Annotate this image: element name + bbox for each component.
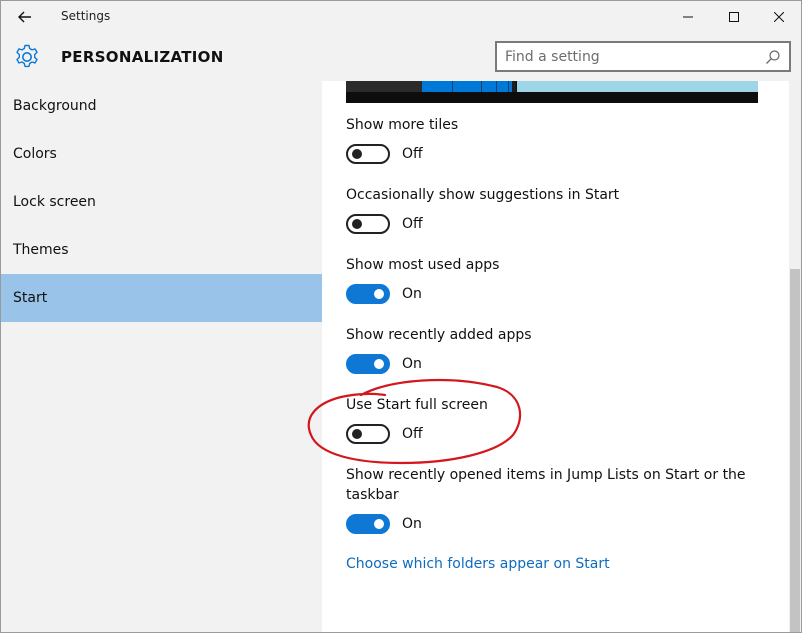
setting-label-recently-added-apps: Show recently added apps [346, 327, 532, 343]
sidebar-item-label: Start [13, 290, 48, 306]
search-box[interactable] [495, 41, 791, 72]
toggle-state-text: Off [402, 146, 423, 162]
sidebar-item-label: Background [13, 98, 97, 114]
settings-content: Show more tiles Off Occasionally show su… [322, 81, 789, 632]
setting-label-suggestions: Occasionally show suggestions in Start [346, 187, 620, 203]
sidebar-item-background[interactable]: Background [1, 82, 322, 130]
sidebar-item-label: Themes [13, 242, 69, 258]
close-button[interactable] [756, 1, 801, 33]
gear-icon [16, 44, 38, 68]
toggle-recently-added-apps[interactable] [346, 354, 390, 374]
setting-label-show-more-tiles: Show more tiles [346, 117, 459, 133]
setting-label-full-screen: Use Start full screen [346, 397, 488, 413]
choose-folders-link[interactable]: Choose which folders appear on Start [346, 556, 610, 572]
maximize-button[interactable] [711, 1, 757, 33]
close-icon [774, 12, 784, 22]
back-button[interactable] [9, 5, 41, 29]
sidebar-item-label: Colors [13, 146, 57, 162]
back-arrow-icon [18, 11, 31, 23]
sidebar-item-start[interactable]: Start [1, 274, 322, 322]
sidebar: Background Colors Lock screen Themes Sta… [1, 81, 322, 632]
toggle-most-used-apps[interactable] [346, 284, 390, 304]
toggle-suggestions[interactable] [346, 214, 390, 234]
toggle-knob [352, 149, 362, 159]
toggle-knob [374, 519, 384, 529]
title-bar: Settings [1, 1, 801, 33]
minimize-icon [683, 16, 693, 18]
setting-label-most-used-apps: Show most used apps [346, 257, 500, 273]
toggle-state-text: On [402, 286, 422, 302]
scrollbar-thumb[interactable] [790, 269, 800, 632]
app-title: Settings [61, 9, 111, 23]
maximize-icon [729, 12, 739, 22]
setting-label-jump-lists-line2: taskbar [346, 487, 399, 503]
sidebar-item-themes[interactable]: Themes [1, 226, 322, 274]
scrollbar[interactable] [789, 81, 801, 632]
toggle-show-more-tiles[interactable] [346, 144, 390, 164]
setting-label-jump-lists-line1: Show recently opened items in Jump Lists… [346, 467, 746, 483]
page-title: PERSONALIZATION [61, 48, 224, 66]
toggle-state-text: Off [402, 426, 423, 442]
sidebar-item-label: Lock screen [13, 194, 96, 210]
settings-window: Settings PERSONALIZATION Find a setting … [0, 0, 802, 633]
minimize-button[interactable] [665, 1, 711, 33]
page-header: PERSONALIZATION [1, 33, 801, 81]
toggle-knob [352, 429, 362, 439]
search-input[interactable] [505, 48, 755, 66]
toggle-knob [352, 219, 362, 229]
toggle-knob [374, 359, 384, 369]
toggle-jump-lists[interactable] [346, 514, 390, 534]
toggle-knob [374, 289, 384, 299]
start-preview-image [346, 81, 758, 103]
toggle-state-text: On [402, 516, 422, 532]
toggle-state-text: Off [402, 216, 423, 232]
toggle-full-screen[interactable] [346, 424, 390, 444]
toggle-state-text: On [402, 356, 422, 372]
sidebar-item-lock-screen[interactable]: Lock screen [1, 178, 322, 226]
search-icon[interactable] [765, 49, 781, 65]
sidebar-item-colors[interactable]: Colors [1, 130, 322, 178]
